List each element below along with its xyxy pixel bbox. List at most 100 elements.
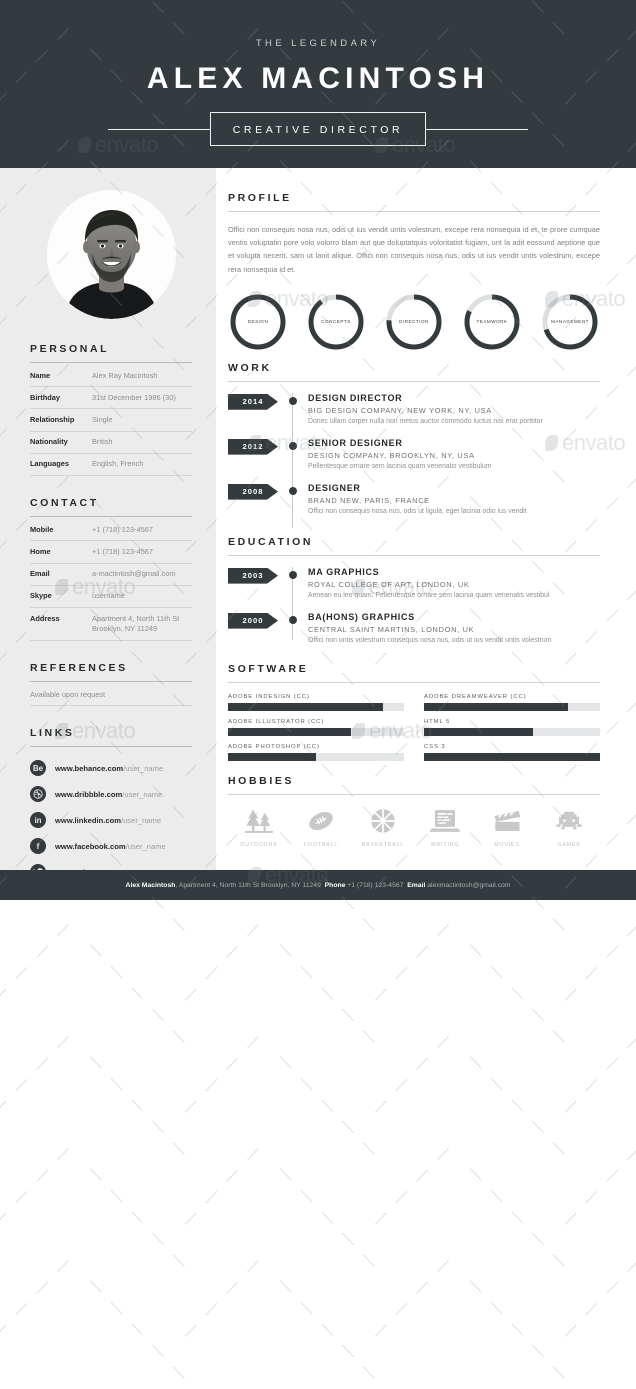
role-label: CREATIVE DIRECTOR [232,124,404,136]
list-item[interactable]: f www.facebook.com/user_name [30,833,192,859]
skill-ring-label: CONCEPTS [321,319,351,325]
footer-text: Alex Macintosh, Apartment 4, North 11th … [126,882,511,889]
software-heading: SOFTWARE [228,662,309,675]
list-item[interactable]: in www.linkedin.com/user_name [30,807,192,833]
skill-ring: DIRECTION [384,292,444,352]
table-row: Skype username [30,586,192,609]
link-path: /user_name [123,763,164,773]
behance-icon: Be [30,760,46,777]
skill-bar: ADOBE ILLUSTRATOR (CC) [228,719,404,736]
row-value: +1 (718) 123-4567 [92,524,154,534]
row-key: Relationship [30,414,75,424]
table-row[interactable]: Email a-mactintosh@gmail.com [30,564,192,586]
facebook-icon: f [30,838,46,855]
sidebar: PERSONAL Name Alex Ray Macintosh Birthda… [0,168,216,881]
list-item[interactable]: www.dribbble.com/user_name [30,781,192,807]
section-hobbies: HOBBIES OUTDOORS FOOTBALL BASKETBALL WRI… [228,775,600,848]
space-invader-icon [556,811,582,829]
section-software: SOFTWARE ADOBE INDESIGN (CC) ADOBE DREAM… [228,663,600,761]
resume-page: THE LEGENDARY ALEX MACINTOSH CREATIVE DI… [0,0,636,1389]
references-rule [30,681,192,683]
skill-bar-track [424,752,600,761]
row-value: 31st December 1986 (30) [92,392,176,402]
row-value: a-mactintosh@gmail.com [92,569,176,579]
skill-bar-fill [228,702,383,711]
skill-rings: DESIGN CONCEPTS DIRECTION TEAMWORK MANAG… [228,292,600,352]
profile-heading: PROFILE [228,192,292,204]
software-rule [228,681,600,683]
link-text: www.linkedin.com/user_name [55,816,161,825]
row-key: Nationality [30,437,68,447]
entry-body: MA GRAPHICS ROYAL COLLEGE OF ART, LONDON… [308,567,600,601]
main-content: PROFILE Offici non consequis nosa nus, o… [216,168,636,870]
hobbies-row: OUTDOORS FOOTBALL BASKETBALL WRITING MOV… [228,806,600,848]
skill-bar: CSS 3 [424,744,600,761]
hobby-label: MOVIES [494,841,520,848]
table-row: Birthday 31st December 1986 (30) [30,387,192,410]
skill-ring: TEAMWORK [462,292,522,352]
row-key: Skype [30,591,52,601]
skill-bar-label: ADOBE ILLUSTRATOR (CC) [228,718,325,725]
clapperboard-icon [494,810,521,831]
row-value: English, French [92,459,144,469]
skill-bar-track [424,727,600,736]
hobby-label: BASKETBALL [361,841,405,848]
row-value: Alex Ray Macintosh [92,370,158,380]
entry-org: BRAND NEW, PARIS, FRANCE [308,495,430,505]
entry-title: DESIGN DIRECTOR [308,392,403,403]
skill-bar-track [228,752,404,761]
entry-desc: Aenean eu leo quam. Pellentesque ornare … [308,591,550,599]
entry-body: BA(HONS) GRAPHICS CENTRAL SAINT MARTINS,… [308,612,600,646]
row-key: Birthday [30,392,60,402]
entry-org: DESIGN COMPANY, BROOKLYN, NY, USA [308,450,475,460]
section-contact: CONTACT Mobile +1 (718) 123-4567 Home +1… [30,497,192,642]
hobby-label: OUTDOORS [240,841,278,848]
table-row: Name Alex Ray Macintosh [30,365,192,388]
entry-title: SENIOR DESIGNER [308,437,403,448]
list-item: 2014 DESIGN DIRECTOR BIG DESIGN COMPANY,… [228,392,600,438]
skill-ring-label: MANAGEMENT [551,319,589,325]
row-key: Home [30,546,51,556]
timeline-axis [278,482,308,528]
contact-heading: CONTACT [30,497,99,510]
row-key: Address [30,613,60,623]
link-domain: www.facebook.com [55,841,126,851]
timeline-axis [278,611,308,646]
skill-ring: DESIGN [228,292,288,352]
year-badge: 2008 [228,483,278,500]
work-timeline: 2014 DESIGN DIRECTOR BIG DESIGN COMPANY,… [228,392,600,528]
hobby-item: WRITING [417,806,473,848]
entry-desc: Offici non untis volestrum consequis nos… [308,636,552,644]
skill-bar: ADOBE PHOTOSHOP (CC) [228,744,404,761]
row-key: Name [30,370,51,380]
laptop-icon [429,809,461,832]
page-footer: Alex Macintosh, Apartment 4, North 11th … [0,870,636,900]
education-rule [228,554,600,556]
section-profile: PROFILE Offici non consequis nosa nus, o… [228,192,600,276]
section-personal: PERSONAL Name Alex Ray Macintosh Birthda… [30,343,192,477]
skill-bar-fill [424,702,569,711]
row-key: Mobile [30,524,54,534]
timeline-axis [278,437,308,483]
entry-body: SENIOR DESIGNER DESIGN COMPANY, BROOKLYN… [308,438,600,472]
skill-bar-track [424,702,600,711]
section-references: REFERENCES Available upon request [30,662,192,707]
role-banner: CREATIVE DIRECTOR [108,112,528,146]
list-item[interactable]: Be www.behance.com/user_name [30,755,192,781]
table-row: Mobile +1 (718) 123-4567 [30,519,192,542]
role-line-right [426,128,528,130]
entry-title: DESIGNER [308,482,361,493]
timeline-dot [288,396,297,405]
year-badge: 2014 [228,393,278,410]
footer-phone-label: Phone [324,881,346,889]
row-key: Languages [30,459,70,469]
profile-rule [228,211,600,212]
table-row: Nationality British [30,432,192,454]
skill-bar-fill [424,752,600,761]
list-item: 2003 MA GRAPHICS ROYAL COLLEGE OF ART, L… [228,566,600,612]
footer-phone: +1 (718) 123-4567 [345,881,404,889]
footer-name: Alex Macintosh [125,881,176,889]
year-badge: 2012 [228,438,278,455]
skill-bar-label: ADOBE INDESIGN (CC) [228,693,310,700]
row-value: British [92,437,113,447]
